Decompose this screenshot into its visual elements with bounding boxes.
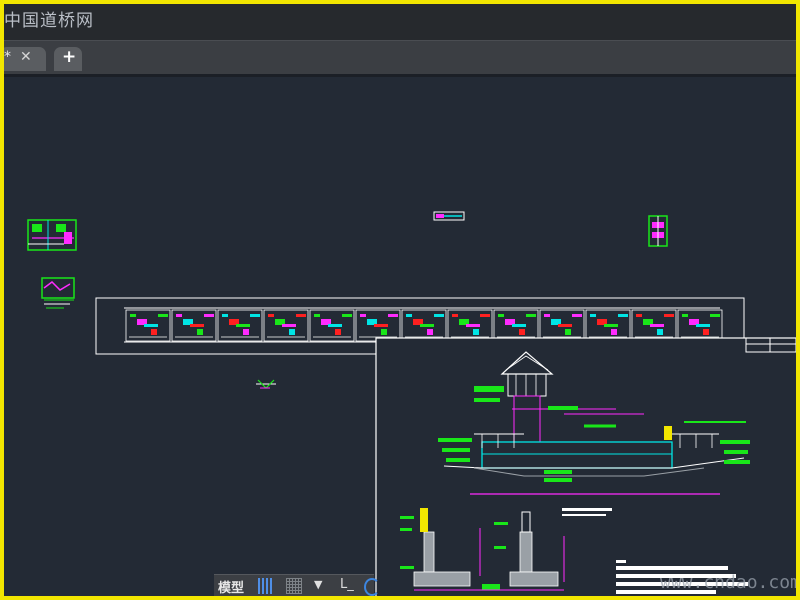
sheet-thumbnail [677, 309, 723, 342]
file-tab-bar: * ✕ + [4, 40, 796, 75]
sheet-thumbnail [585, 309, 631, 342]
drawing-block-right-small [648, 215, 668, 247]
sheet-thumbnail [355, 309, 401, 342]
close-icon[interactable]: ✕ [20, 49, 32, 65]
sheet-thumbnail [631, 309, 677, 342]
watermark-bottom: www.cndao.com [660, 572, 796, 593]
chevron-down-icon[interactable]: ▼ [314, 578, 322, 591]
new-tab-button[interactable]: + [54, 47, 82, 71]
tab-drawing[interactable]: * ✕ [4, 47, 46, 71]
tab-drawing-label: * [4, 49, 11, 65]
title-bar: 中国道桥网 [4, 4, 796, 40]
model-space-canvas[interactable] [4, 76, 796, 596]
sheet-thumbnail [401, 309, 447, 342]
sheet-thumbnail [171, 309, 217, 342]
ortho-icon[interactable]: L_ [340, 577, 354, 592]
sheet-thumbnail [309, 309, 355, 342]
cad-window: 中国道桥网 * ✕ + 模型 ▼ L_ www.cndao.com [4, 4, 796, 596]
large-sheet [375, 337, 796, 596]
snap-icon[interactable] [286, 578, 302, 594]
sheet-thumbnail [539, 309, 585, 342]
grid-icon[interactable] [258, 578, 274, 594]
drawing-block-top-center [433, 211, 465, 221]
drawing-block-left-1 [27, 219, 77, 251]
polar-icon[interactable] [364, 578, 380, 596]
sheet-thumbnail [263, 309, 309, 342]
status-bar: 模型 ▼ L_ [214, 574, 380, 596]
sheet-thumbnail [217, 309, 263, 342]
drawing-block-left-2 [41, 277, 75, 309]
watermark-top: 中国道桥网 [4, 11, 94, 31]
sheet-thumbnail [493, 309, 539, 342]
sheet-thumbnail [125, 309, 171, 342]
sheet-thumbnail [447, 309, 493, 342]
model-space-tab[interactable]: 模型 [218, 577, 244, 596]
drawing-block-small-mid [256, 379, 276, 389]
plus-icon: + [62, 47, 77, 67]
